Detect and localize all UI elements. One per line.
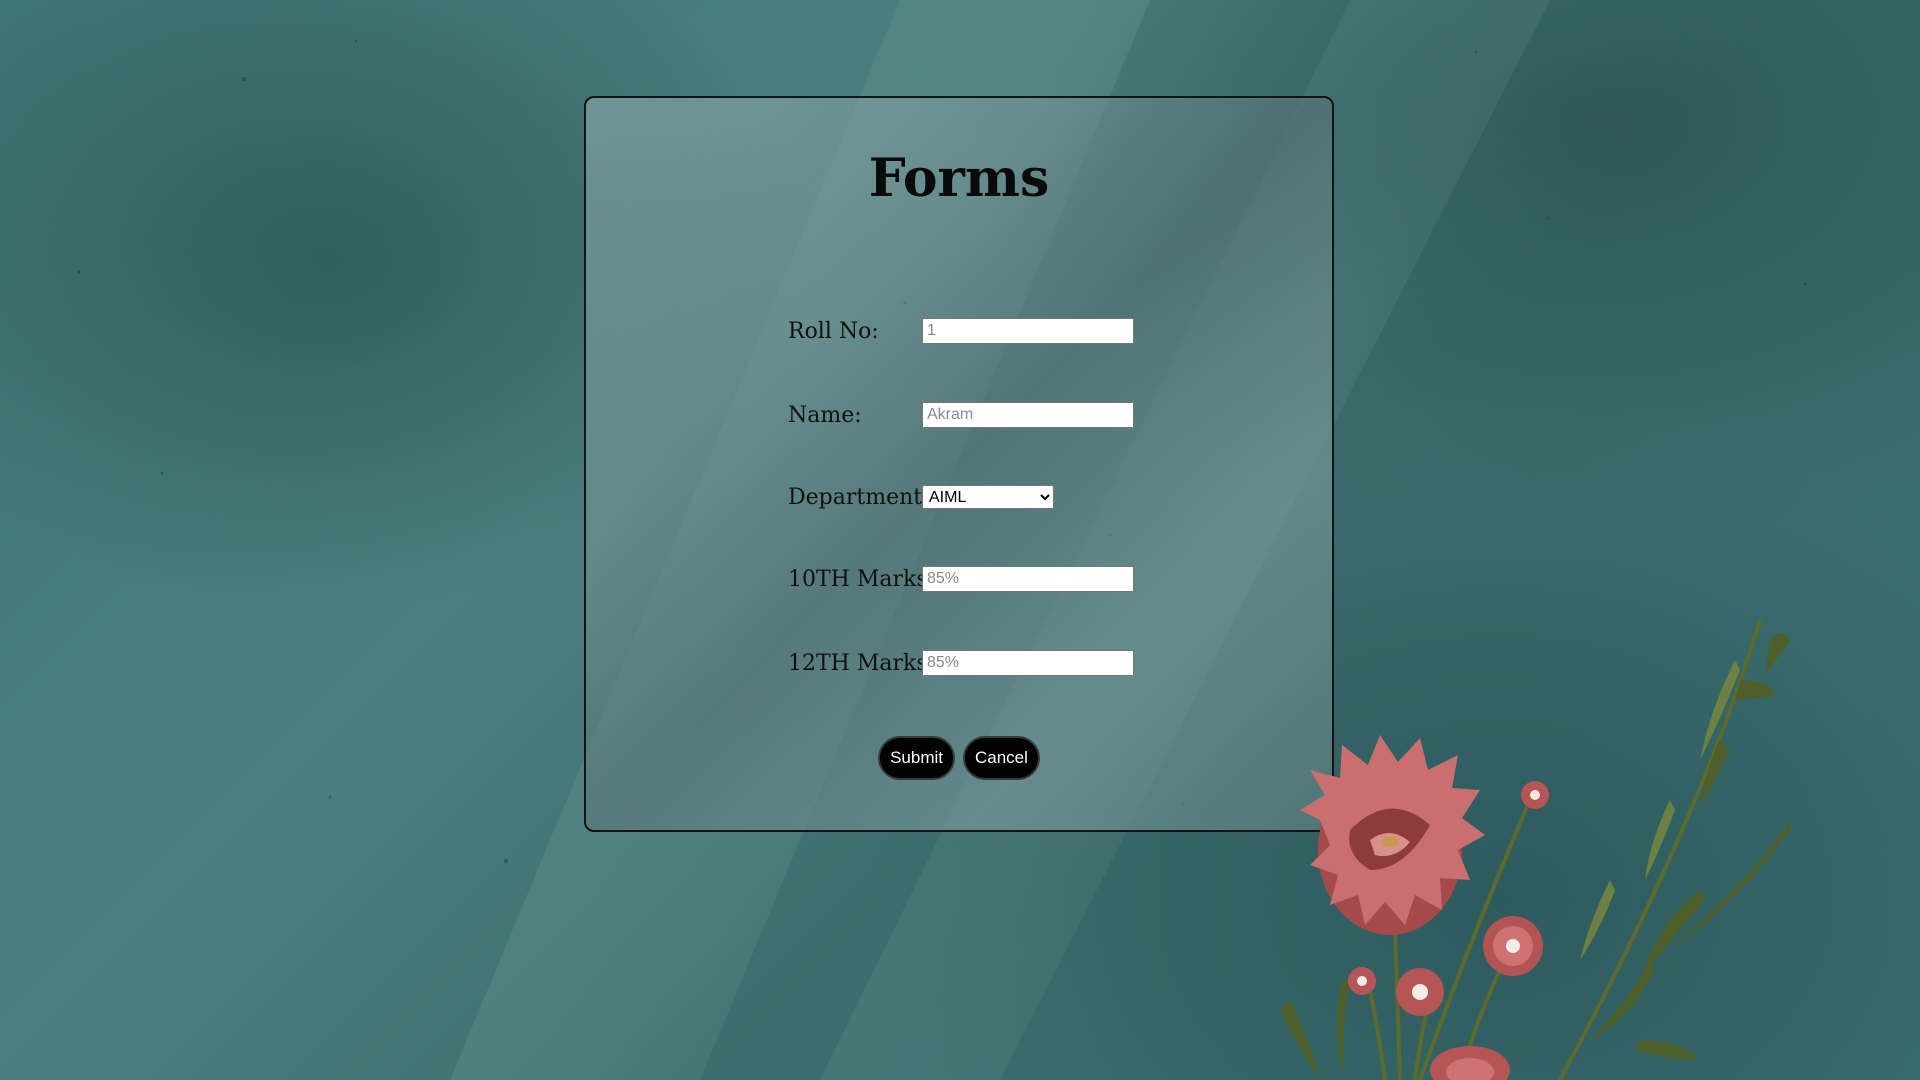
department-label: Department:	[788, 484, 930, 510]
flower-bouquet-icon	[1280, 620, 1790, 1080]
roll-no-row: Roll No:	[788, 316, 1134, 346]
form-actions: Submit Cancel	[586, 736, 1332, 780]
department-row: Department: AIML	[788, 482, 1054, 512]
department-select[interactable]: AIML	[922, 485, 1054, 509]
form-title: Forms	[868, 148, 1050, 209]
name-row: Name:	[788, 400, 1134, 430]
name-label: Name:	[788, 402, 862, 428]
submit-button[interactable]: Submit	[878, 736, 955, 780]
tenth-marks-label: 10TH Marks:	[788, 566, 936, 592]
roll-no-label: Roll No:	[788, 318, 879, 344]
twelfth-marks-row: 12TH Marks:	[788, 648, 1134, 678]
twelfth-marks-label: 12TH Marks:	[788, 650, 936, 676]
name-input[interactable]	[922, 402, 1134, 428]
cancel-button[interactable]: Cancel	[963, 736, 1040, 780]
tenth-marks-input[interactable]	[922, 566, 1134, 592]
tenth-marks-row: 10TH Marks:	[788, 564, 1134, 594]
roll-no-input[interactable]	[922, 318, 1134, 344]
twelfth-marks-input[interactable]	[922, 650, 1134, 676]
form-panel: Forms Roll No: Name: Department: AIML 10…	[584, 96, 1334, 832]
